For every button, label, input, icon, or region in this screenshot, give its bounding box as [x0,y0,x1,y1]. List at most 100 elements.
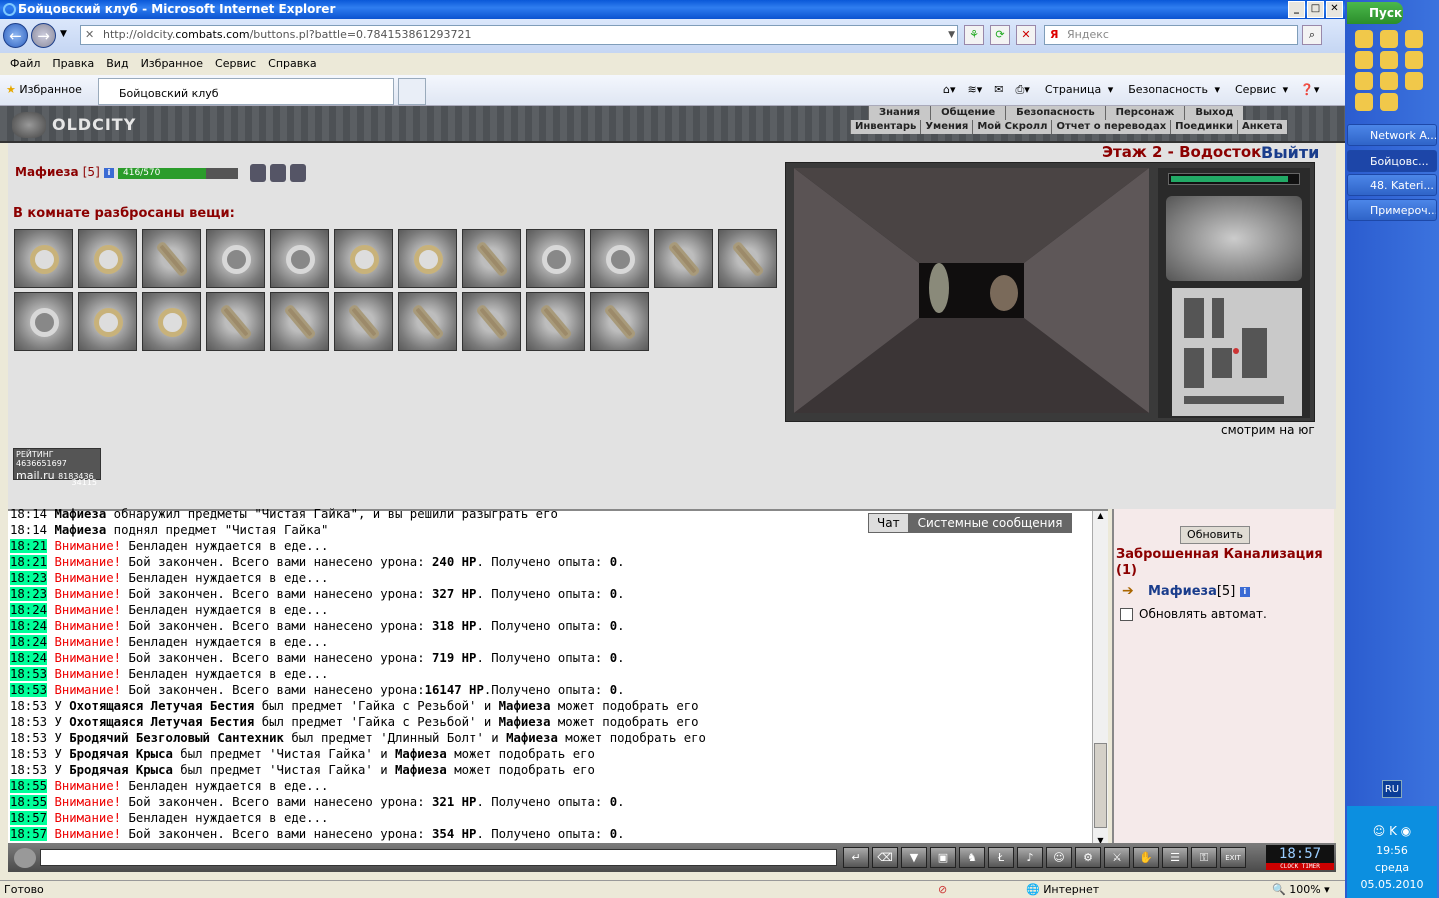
translit-icon[interactable]: Ł [988,847,1014,868]
navigation-pad[interactable] [1166,196,1302,281]
search-input[interactable]: Я Яндекс [1044,25,1298,45]
app-icon[interactable] [1380,30,1398,48]
room-item[interactable] [78,229,137,288]
popup-blocked-icon[interactable]: ⊘ [938,881,947,898]
chat-time[interactable]: 18:23 [10,571,48,585]
clock-timer[interactable]: 18:57 CLOCK TIMER [1266,845,1334,870]
smile-icon[interactable]: ☺ [1046,847,1072,868]
room-item[interactable] [270,229,329,288]
compat-view-icon[interactable]: ⚘ [964,25,984,45]
task-kateri[interactable]: 48. Kateri... [1347,174,1437,196]
cmd-safety[interactable]: Безопасность ▾ [1122,83,1223,97]
room-item[interactable] [526,292,585,351]
walk-icon[interactable]: ♞ [959,847,985,868]
chat-time[interactable]: 18:57 [10,827,48,841]
menu-skills[interactable]: Умения [920,120,972,134]
app-icon[interactable] [1355,30,1373,48]
monster-sprite[interactable] [929,263,949,313]
chat-time[interactable]: 18:53 [10,747,47,761]
app-icon[interactable] [1355,93,1373,111]
character-name[interactable]: Мафиеза [5] i [15,165,114,179]
maximize-button[interactable]: □ [1307,1,1324,18]
mail-icon[interactable]: ✉ [991,83,1006,97]
stop-icon[interactable]: ✕ [1016,25,1036,45]
fight-icon[interactable]: ⚔ [1104,847,1130,868]
task-network[interactable]: Network A... [1347,124,1437,146]
room-item[interactable] [334,292,393,351]
player-in-room[interactable]: Мафиеза[5] i [1148,584,1250,599]
start-button[interactable]: Пуск [1347,2,1403,24]
chat-time[interactable]: 18:55 [10,779,48,793]
chat-time[interactable]: 18:23 [10,587,48,601]
task-fight-club[interactable]: Бойцовс... [1347,150,1437,172]
app-icon[interactable] [1380,93,1398,111]
chat-time[interactable]: 18:53 [10,699,47,713]
info-icon[interactable]: i [1239,586,1250,597]
tray-icons[interactable]: ☺ K ◉ [1347,806,1437,838]
chat-time[interactable]: 18:53 [10,763,47,777]
chat-time[interactable]: 18:14 [10,507,47,521]
app-icon[interactable] [1355,72,1373,90]
menu-help[interactable]: Справка [262,53,322,74]
room-item[interactable] [398,229,457,288]
room-item[interactable] [462,292,521,351]
menu-character[interactable]: Персонаж [1104,106,1185,120]
chat-time[interactable]: 18:21 [10,539,48,553]
scroll-thumb[interactable] [1094,743,1107,828]
room-item[interactable] [654,229,713,288]
info-icon[interactable]: i [103,167,114,178]
chat-time[interactable]: 18:24 [10,635,48,649]
menu-transfer-report[interactable]: Отчет о переводах [1051,120,1170,134]
group-icon[interactable]: ☰ [1162,847,1188,868]
chat-input[interactable] [40,849,837,866]
menu-file[interactable]: Файл [4,53,46,74]
settings-icon[interactable]: ⚙ [1075,847,1101,868]
room-item[interactable] [398,292,457,351]
clear-icon[interactable]: ⌫ [872,847,898,868]
sound-icon[interactable]: ♪ [1017,847,1043,868]
private-arrow-icon[interactable]: ➔ [1122,583,1134,599]
minimize-button[interactable]: _ [1288,1,1305,18]
app-icon[interactable] [1355,51,1373,69]
room-item[interactable] [206,292,265,351]
menu-edit[interactable]: Правка [46,53,100,74]
hand-icon[interactable]: ✋ [1133,847,1159,868]
menu-knowledge[interactable]: Знания [868,106,930,120]
feeds-icon[interactable]: ≋▾ [965,83,986,97]
chat-scrollbar[interactable]: ▲ ▼ [1092,511,1108,845]
menu-tools[interactable]: Сервис [209,53,262,74]
send-icon[interactable]: ↵ [843,847,869,868]
menu-profile[interactable]: Анкета [1236,120,1287,134]
task-primeroch[interactable]: Примероч... [1347,199,1437,221]
menu-view[interactable]: Вид [100,53,134,74]
menu-my-scroll[interactable]: Мой Скролл [972,120,1051,134]
dungeon-view[interactable] [794,168,1149,413]
app-icon[interactable] [1405,30,1423,48]
room-item[interactable] [270,292,329,351]
chat-time[interactable]: 18:24 [10,603,48,617]
menu-inventory[interactable]: Инвентарь [850,120,920,134]
cmd-tools[interactable]: Сервис ▾ [1229,83,1291,97]
badge-icon[interactable] [250,164,266,182]
exit-link[interactable]: Выйти [1261,143,1319,162]
auto-refresh[interactable]: Обновлять автомат. [1120,607,1267,621]
room-item[interactable] [14,292,73,351]
badge-icon[interactable] [290,164,306,182]
room-item[interactable] [718,229,777,288]
exit-icon[interactable]: EXIT [1220,847,1246,868]
monster-sprite[interactable] [990,275,1018,311]
chat-time[interactable]: 18:53 [10,667,48,681]
favorites-button[interactable]: ★ Избранное [6,83,82,96]
app-icon[interactable] [1380,72,1398,90]
chat-time[interactable]: 18:55 [10,795,48,809]
print-icon[interactable]: ⎙▾ [1012,83,1032,97]
app-icon[interactable] [1405,72,1423,90]
new-tab-button[interactable] [398,78,426,105]
app-icon[interactable] [1380,51,1398,69]
room-item[interactable] [590,229,649,288]
auto-refresh-checkbox[interactable] [1120,608,1133,621]
filter-icon[interactable]: ▼ [901,847,927,868]
address-dropdown-icon[interactable]: ▼ [948,26,955,44]
room-item[interactable] [590,292,649,351]
chat-time[interactable]: 18:57 [10,811,48,825]
